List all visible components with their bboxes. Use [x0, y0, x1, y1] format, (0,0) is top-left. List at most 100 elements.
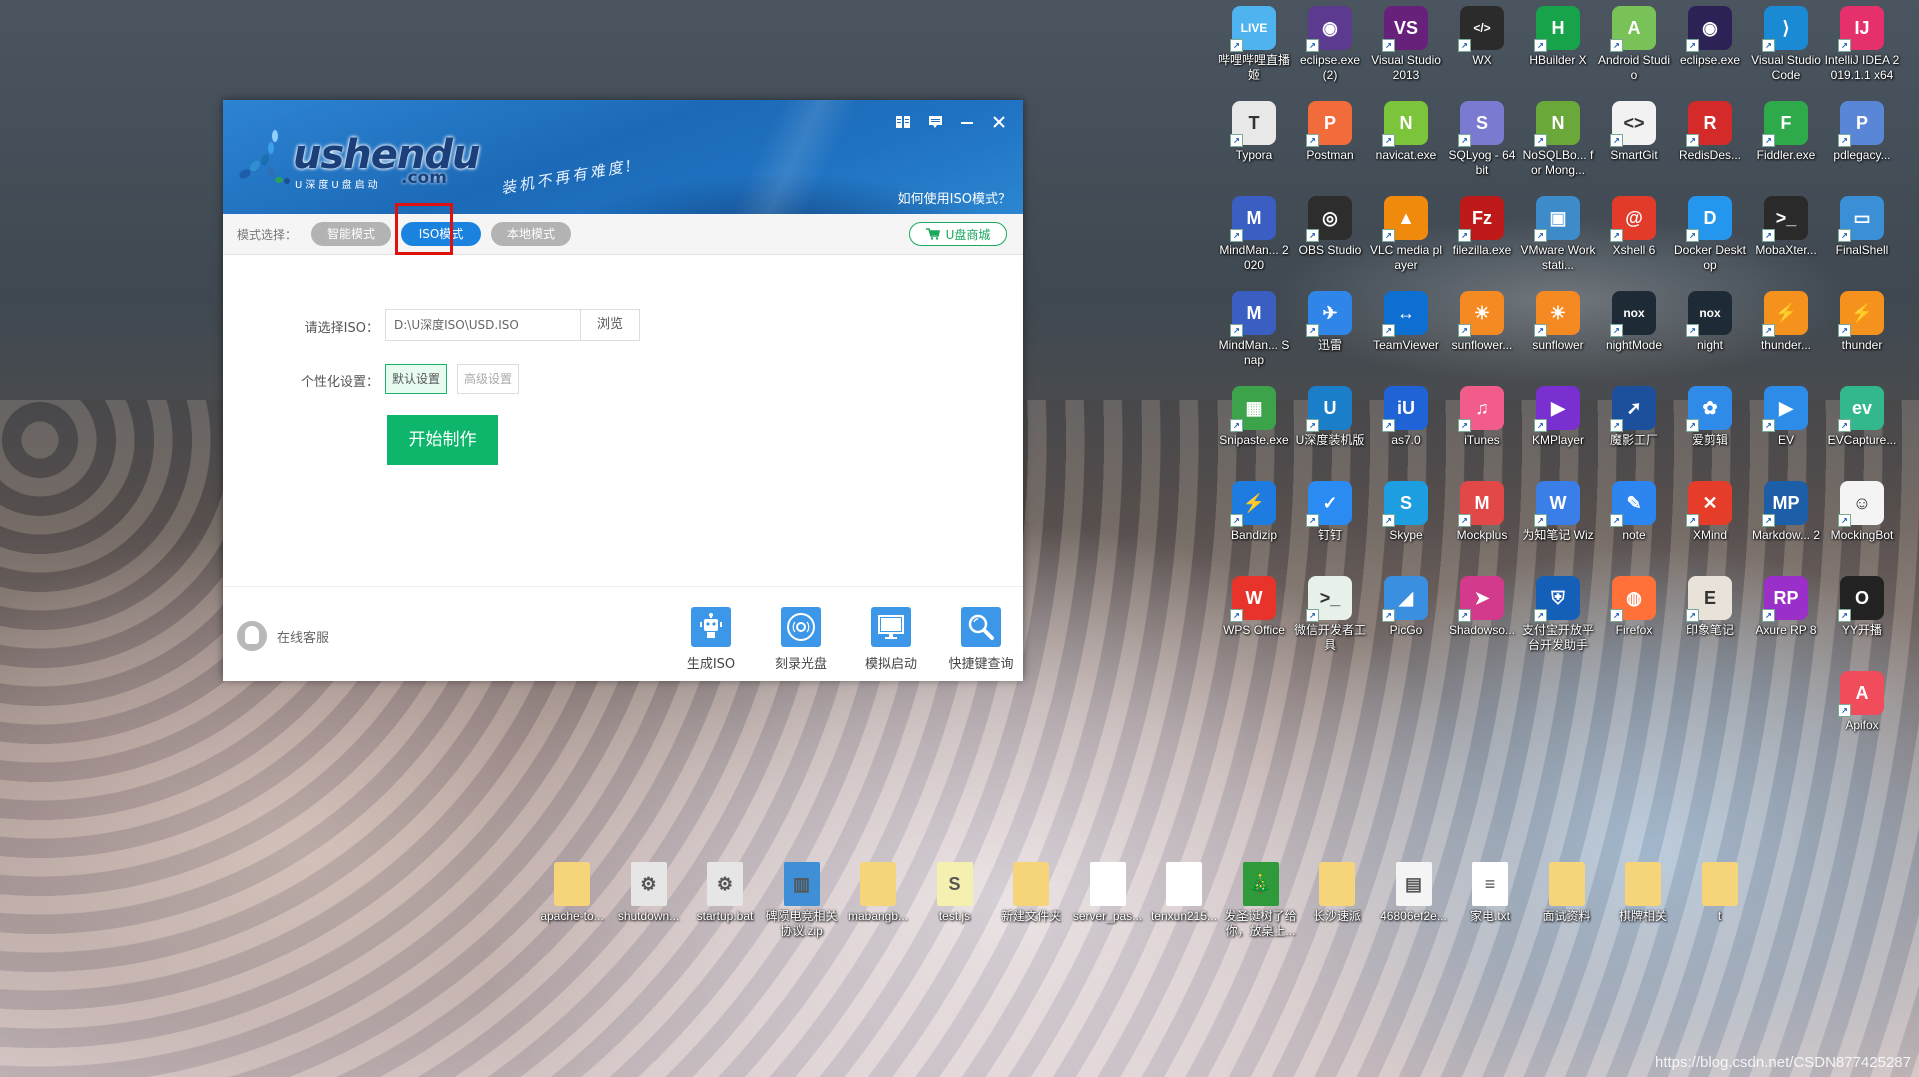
minimize-icon[interactable] — [953, 110, 981, 134]
desktop-shortcut[interactable]: F ↗ Fiddler.exe — [1748, 101, 1824, 163]
desktop-shortcut[interactable]: P ↗ pdlegacy... — [1824, 101, 1900, 163]
desktop-shortcut[interactable]: D ↗ Docker Desktop — [1672, 196, 1748, 273]
desktop-shortcut[interactable]: ▶ ↗ KMPlayer — [1520, 386, 1596, 448]
desktop-shortcut[interactable]: T ↗ Typora — [1216, 101, 1292, 163]
desktop-shortcut[interactable]: ev ↗ EVCapture... — [1824, 386, 1900, 448]
desktop-shortcut[interactable]: ✈ ↗ 迅雷 — [1292, 291, 1368, 353]
desktop-file[interactable]: 棋牌相关 — [1605, 862, 1681, 924]
desktop-shortcut[interactable]: <> ↗ SmartGit — [1596, 101, 1672, 163]
desktop-shortcut[interactable]: ▣ ↗ VMware Workstati... — [1520, 196, 1596, 273]
desktop-shortcut[interactable]: H ↗ HBuilder X — [1520, 6, 1596, 68]
desktop-shortcut[interactable]: LIVE ↗ 哔哩哔哩直播姬 — [1216, 6, 1292, 83]
desktop-shortcut[interactable]: N ↗ NoSQLBo... for Mong... — [1520, 101, 1596, 178]
desktop-shortcut[interactable]: >_ ↗ MobaXter... — [1748, 196, 1824, 258]
desktop-file[interactable]: 新建文件夹 — [993, 862, 1069, 924]
desktop-shortcut[interactable]: ⚡ ↗ thunder — [1824, 291, 1900, 353]
desktop-shortcut[interactable]: R ↗ RedisDes... — [1672, 101, 1748, 163]
desktop-shortcut[interactable]: W ↗ WPS Office — [1216, 576, 1292, 638]
default-settings-button[interactable]: 默认设置 — [385, 364, 447, 394]
desktop-shortcut[interactable]: ➚ ↗ 魔影工厂 — [1596, 386, 1672, 448]
desktop-shortcut[interactable]: ✓ ↗ 钉钉 — [1292, 481, 1368, 543]
desktop-shortcut[interactable]: S ↗ SQLyog - 64 bit — [1444, 101, 1520, 178]
mode-tab-smart[interactable]: 智能模式 — [311, 222, 391, 246]
tool-burn-disc[interactable]: 刻录光盘 — [761, 607, 841, 672]
desktop-shortcut[interactable]: ▲ ↗ VLC media player — [1368, 196, 1444, 273]
desktop-file[interactable]: 长沙速派 — [1299, 862, 1375, 924]
tool-generate-iso[interactable]: 生成ISO — [671, 607, 751, 672]
desktop-shortcut[interactable]: nox ↗ night — [1672, 291, 1748, 353]
desktop-shortcut[interactable]: Fz ↗ filezilla.exe — [1444, 196, 1520, 258]
desktop-file[interactable]: ≡ 家电.txt — [1452, 862, 1528, 924]
desktop-shortcut[interactable]: ▦ ↗ Snipaste.exe — [1216, 386, 1292, 448]
desktop-file[interactable]: Stest.js — [917, 862, 993, 924]
desktop-shortcut[interactable]: ✎ ↗ note — [1596, 481, 1672, 543]
shortcut-arrow-icon: ↗ — [1306, 609, 1319, 622]
usb-shop-button[interactable]: U盘商城 — [909, 222, 1007, 246]
desktop-shortcut[interactable]: ↔ ↗ TeamViewer — [1368, 291, 1444, 353]
desktop-shortcut[interactable]: ⚡ ↗ thunder... — [1748, 291, 1824, 353]
desktop-file[interactable]: t — [1682, 862, 1758, 924]
desktop-shortcut[interactable]: ✕ ↗ XMind — [1672, 481, 1748, 543]
desktop-shortcut[interactable]: ▶ ↗ EV — [1748, 386, 1824, 448]
desktop-shortcut[interactable]: iU ↗ as7.0 — [1368, 386, 1444, 448]
iso-path-input[interactable]: D:\U深度ISO\USD.ISO — [385, 309, 581, 341]
desktop-shortcut[interactable]: ◎ ↗ OBS Studio — [1292, 196, 1368, 258]
desktop-shortcut[interactable]: VS ↗ Visual Studio 2013 — [1368, 6, 1444, 83]
browse-button[interactable]: 浏览 — [580, 309, 640, 341]
desktop-shortcut[interactable]: ☀ ↗ sunflower... — [1444, 291, 1520, 353]
desktop-file[interactable]: mabangb... — [840, 862, 916, 924]
desktop-shortcut[interactable]: A ↗ Apifox — [1824, 671, 1900, 733]
desktop-shortcut[interactable]: M ↗ MindMan... Snap — [1216, 291, 1292, 368]
desktop-file[interactable]: 🎄 发圣诞树了给你，放桌上... — [1223, 862, 1299, 939]
mode-tab-local[interactable]: 本地模式 — [491, 222, 571, 246]
desktop-shortcut[interactable]: M ↗ MindMan... 2020 — [1216, 196, 1292, 273]
desktop-shortcut[interactable]: MP ↗ Markdow... 2 — [1748, 481, 1824, 543]
book-icon[interactable] — [889, 110, 917, 134]
desktop-shortcut[interactable]: ◍ ↗ Firefox — [1596, 576, 1672, 638]
desktop-shortcut[interactable]: ◉ ↗ eclipse.exe — [1672, 6, 1748, 68]
desktop-shortcut[interactable]: IJ ↗ IntelliJ IDEA 2019.1.1 x64 — [1824, 6, 1900, 83]
desktop-shortcut[interactable]: ▭ ↗ FinalShell — [1824, 196, 1900, 258]
desktop-shortcut[interactable]: ⟩ ↗ Visual Studio Code — [1748, 6, 1824, 83]
desktop-shortcut[interactable]: M ↗ Mockplus — [1444, 481, 1520, 543]
desktop-shortcut[interactable]: RP ↗ Axure RP 8 — [1748, 576, 1824, 638]
iso-mode-help-link[interactable]: 如何使用ISO模式？ — [898, 188, 1011, 207]
desktop-shortcut[interactable]: ☀ ↗ sunflower — [1520, 291, 1596, 353]
start-making-button[interactable]: 开始制作 — [387, 415, 498, 465]
desktop-shortcut[interactable]: ◢ ↗ PicGo — [1368, 576, 1444, 638]
desktop-shortcut[interactable]: ⛨ ↗ 支付宝开放平台开发助手 — [1520, 576, 1596, 653]
desktop-shortcut[interactable]: ⚡ ↗ Bandizip — [1216, 481, 1292, 543]
desktop-shortcut[interactable]: @ ↗ Xshell 6 — [1596, 196, 1672, 258]
desktop-shortcut[interactable]: A ↗ Android Studio — [1596, 6, 1672, 83]
desktop-shortcut[interactable]: ☺ ↗ MockingBot — [1824, 481, 1900, 543]
window-header[interactable]: ushendu U深度U盘启动 .com 装机不再有难度! 如何使用ISO模式？ — [223, 100, 1023, 214]
desktop-file[interactable]: ⚙ shutdown... — [611, 862, 687, 924]
desktop-file[interactable]: 面试资料 — [1529, 862, 1605, 924]
desktop-shortcut[interactable]: >_ ↗ 微信开发者工具 — [1292, 576, 1368, 653]
desktop-shortcut[interactable]: ◉ ↗ eclipse.exe (2) — [1292, 6, 1368, 83]
desktop-file[interactable]: apache-to... — [534, 862, 610, 924]
desktop-shortcut[interactable]: W ↗ 为知笔记 Wiz — [1520, 481, 1596, 543]
desktop-file[interactable]: ▥ 碑陨电竞相关协议.zip — [764, 862, 840, 939]
desktop-shortcut[interactable]: N ↗ navicat.exe — [1368, 101, 1444, 163]
desktop-shortcut[interactable]: O ↗ YY开播 — [1824, 576, 1900, 638]
desktop-shortcut[interactable]: ♫ ↗ iTunes — [1444, 386, 1520, 448]
desktop-file[interactable]: ▤ 46806ef2e... — [1376, 862, 1452, 924]
desktop-file[interactable]: tenxun215... — [1146, 862, 1222, 924]
desktop-shortcut[interactable]: U ↗ U深度装机版 — [1292, 386, 1368, 448]
close-icon[interactable] — [985, 110, 1013, 134]
desktop-shortcut[interactable]: ➤ ↗ Shadowso... — [1444, 576, 1520, 638]
tool-simulate-boot[interactable]: 模拟启动 — [851, 607, 931, 672]
desktop-shortcut[interactable]: </> ↗ WX — [1444, 6, 1520, 68]
advanced-settings-button[interactable]: 高级设置 — [457, 364, 519, 394]
tool-hotkey-lookup[interactable]: 快捷键查询 — [941, 607, 1021, 672]
feedback-icon[interactable] — [921, 110, 949, 134]
desktop-file[interactable]: ⚙ startup.bat — [687, 862, 763, 924]
desktop-shortcut[interactable]: P ↗ Postman — [1292, 101, 1368, 163]
desktop-shortcut[interactable]: nox ↗ nightMode — [1596, 291, 1672, 353]
desktop-shortcut[interactable]: ✿ ↗ 爱剪辑 — [1672, 386, 1748, 448]
desktop-shortcut[interactable]: S ↗ Skype — [1368, 481, 1444, 543]
desktop-file[interactable]: server_pas... — [1070, 862, 1146, 924]
desktop-shortcut[interactable]: E ↗ 印象笔记 — [1672, 576, 1748, 638]
online-service-link[interactable]: 在线客服 — [237, 621, 329, 651]
